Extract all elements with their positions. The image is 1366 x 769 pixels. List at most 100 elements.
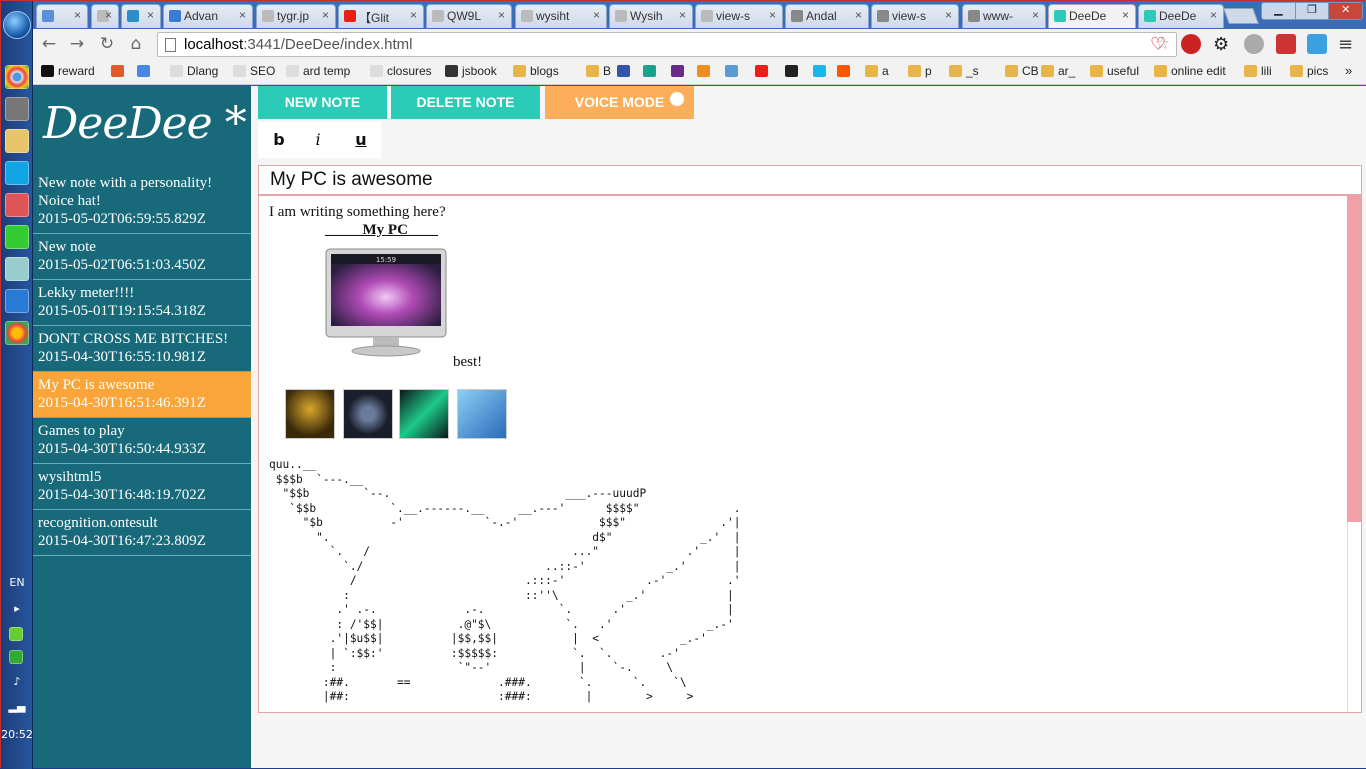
tab-8[interactable]: Wysih × (609, 4, 693, 28)
skype-app-icon[interactable] (5, 161, 29, 185)
thumbnail-scorpion[interactable] (285, 389, 335, 439)
reload-icon[interactable]: ↻ (97, 34, 117, 54)
tab-close-icon[interactable]: × (410, 8, 417, 22)
bookmark-item[interactable] (137, 64, 154, 80)
signal-icon[interactable]: ▂▄ (1, 700, 33, 713)
note-item[interactable]: recognition.ontesult 2015-04-30T16:47:23.… (33, 510, 251, 556)
bookmark-item[interactable]: CB (1005, 64, 1039, 80)
tab-12[interactable]: www- × (962, 4, 1046, 28)
tab-4[interactable]: tygr.jp × (256, 4, 336, 28)
bold-button[interactable]: b (267, 128, 291, 152)
bookmark-item[interactable]: pics (1290, 64, 1328, 80)
note-item[interactable]: Games to play 2015-04-30T16:50:44.933Z (33, 418, 251, 464)
bookmark-item[interactable]: B (586, 64, 611, 80)
bookmark-item[interactable] (837, 64, 854, 80)
thumbnail-green-lights[interactable] (399, 389, 449, 439)
tab-13[interactable]: DeeDe × (1048, 4, 1136, 28)
bookmark-item[interactable]: closures (370, 64, 432, 80)
tab-7[interactable]: wysiht × (515, 4, 607, 28)
note-item[interactable]: wysihtml5 2015-04-30T16:48:19.702Z (33, 464, 251, 510)
tab-6[interactable]: QW9L × (426, 4, 512, 28)
tab-0[interactable]: × (36, 4, 88, 28)
bookmark-item[interactable]: lili (1244, 64, 1272, 80)
tab-10[interactable]: Andal × (785, 4, 869, 28)
bookmark-item[interactable]: online edit (1154, 64, 1226, 80)
tray-check-icon[interactable] (9, 650, 23, 664)
bookmark-item[interactable] (671, 64, 688, 80)
new-tab-button[interactable] (1223, 8, 1259, 24)
back-icon[interactable]: ← (39, 34, 59, 54)
editor-scroll-thumb[interactable] (1347, 196, 1361, 522)
bookmark-item[interactable]: a (865, 64, 889, 80)
tab-close-icon[interactable]: × (105, 8, 112, 22)
bookmark-item[interactable]: ard temp (286, 64, 350, 80)
bookmark-item[interactable]: Dlang (170, 64, 218, 80)
note-item[interactable]: My PC is awesome 2015-04-30T16:51:46.391Z (33, 372, 251, 418)
thumbnail-clocks[interactable] (343, 389, 393, 439)
tab-close-icon[interactable]: × (74, 8, 81, 22)
note-item[interactable]: DONT CROSS ME BITCHES! 2015-04-30T16:55:1… (33, 326, 251, 372)
clock[interactable]: 20:52 (1, 728, 33, 741)
new-note-button[interactable]: NEW NOTE (258, 86, 387, 119)
bookmark-item[interactable]: useful (1090, 64, 1139, 80)
thumbnail-windows-girl[interactable] (457, 389, 507, 439)
maximize-button[interactable]: ❐ (1296, 3, 1330, 19)
tray-expand-icon[interactable]: ▸ (1, 602, 33, 615)
tab-11[interactable]: view-s × (871, 4, 959, 28)
bookmark-item[interactable]: reward (41, 64, 95, 80)
chrome-canary-app-icon[interactable] (5, 321, 29, 345)
tab-close-icon[interactable]: × (322, 8, 329, 22)
tab-3[interactable]: Advan × (163, 4, 253, 28)
tab-close-icon[interactable]: × (1210, 8, 1217, 22)
tab-close-icon[interactable]: × (1122, 8, 1129, 22)
tab-close-icon[interactable]: × (498, 8, 505, 22)
folder-app-icon[interactable] (5, 129, 29, 153)
note-item[interactable]: New note 2015-05-02T06:51:03.450Z (33, 234, 251, 280)
tab-close-icon[interactable]: × (593, 8, 600, 22)
paint-app-icon[interactable] (5, 193, 29, 217)
bookmark-item[interactable] (643, 64, 660, 80)
tab-close-icon[interactable]: × (1032, 8, 1039, 22)
bookmark-item[interactable]: SEO (233, 64, 275, 80)
tab-2[interactable]: × (121, 4, 161, 28)
adblock-extension-icon[interactable] (1181, 34, 1201, 54)
editor-scrollbar[interactable] (1347, 196, 1361, 712)
bookmark-item[interactable]: jsbook (445, 64, 497, 80)
tab-close-icon[interactable]: × (239, 8, 246, 22)
chrome-app-icon[interactable] (5, 65, 29, 89)
tab-close-icon[interactable]: × (147, 8, 154, 22)
photos-app-icon[interactable] (5, 257, 29, 281)
book-extension-icon[interactable] (1276, 34, 1296, 54)
bookmark-item[interactable]: ar_ (1041, 64, 1075, 80)
gear-icon[interactable]: ⚙ (1213, 34, 1233, 55)
bookmark-item[interactable]: _s (949, 64, 979, 80)
tab-9[interactable]: view-s × (695, 4, 783, 28)
note-editor[interactable]: I am writing something here? _____My PC_… (258, 195, 1362, 713)
delete-note-button[interactable]: DELETE NOTE (391, 86, 540, 119)
tab-close-icon[interactable]: × (855, 8, 862, 22)
note-item[interactable]: Lekky meter!!!! 2015-05-01T19:15:54.318Z (33, 280, 251, 326)
tab-close-icon[interactable]: × (769, 8, 776, 22)
note-item[interactable]: New note with a personality! Noice hat! 2… (33, 170, 251, 234)
bookmark-item[interactable]: p (908, 64, 932, 80)
note-title-input[interactable]: My PC is awesome (258, 165, 1362, 195)
bookmark-item[interactable] (111, 64, 128, 80)
close-window-button[interactable]: ✕ (1329, 3, 1363, 19)
bookmark-item[interactable] (725, 64, 742, 80)
bookmark-item[interactable] (697, 64, 714, 80)
tab-close-icon[interactable]: × (679, 8, 686, 22)
drop-extension-icon[interactable] (1307, 34, 1327, 54)
webstorm-app-icon[interactable] (5, 289, 29, 313)
bookmark-item[interactable] (617, 64, 634, 80)
forward-icon[interactable]: → (67, 34, 87, 54)
heart-extension-icon[interactable]: ♡ (1150, 34, 1170, 55)
tab-5[interactable]: 【Glit × (338, 4, 424, 28)
chat-extension-icon[interactable] (1244, 34, 1264, 54)
bookmark-item[interactable] (755, 64, 772, 80)
terminal-app-icon[interactable] (5, 97, 29, 121)
start-button[interactable] (3, 11, 31, 39)
tab-1[interactable]: × (91, 4, 119, 28)
volume-icon[interactable]: ♪ (1, 675, 33, 688)
italic-button[interactable]: i (306, 128, 330, 152)
underline-button[interactable]: u (349, 128, 373, 152)
